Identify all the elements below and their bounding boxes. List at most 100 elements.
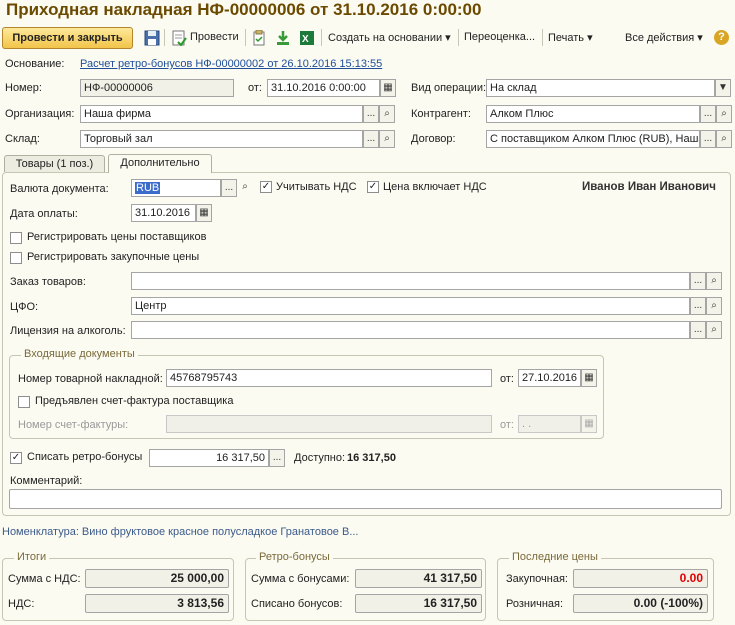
search-icon[interactable]: ⌕ (379, 105, 395, 123)
select-button[interactable]: ... (363, 105, 379, 123)
cfo-field[interactable]: Центр (131, 297, 690, 315)
available-label: Доступно: (294, 452, 346, 464)
currency-label: Валюта документа: (10, 183, 109, 195)
search-icon[interactable]: ⌕ (716, 105, 732, 123)
retro-bonuses-field[interactable]: 16 317,50 (149, 449, 269, 467)
svg-text:X: X (302, 34, 309, 45)
date-label: от: (248, 82, 262, 94)
sum-bonus-label: Сумма с бонусами: (251, 573, 350, 585)
vat-total-label: НДС: (8, 598, 35, 610)
invoice-presented-checkbox[interactable] (18, 396, 30, 408)
warehouse-field[interactable]: Торговый зал (80, 130, 363, 148)
operation-field[interactable]: На склад (486, 79, 715, 97)
print-menu[interactable]: Печать ▾ (548, 31, 593, 44)
select-button[interactable]: ... (363, 130, 379, 148)
retro-bonuses-checkbox[interactable]: ✓ (10, 452, 22, 464)
post-icon[interactable] (171, 30, 187, 47)
contract-field[interactable]: С поставщиком Алком Плюс (RUB), Наша фир… (486, 130, 700, 148)
order-field[interactable] (131, 272, 690, 290)
waybill-label: Номер товарной накладной: (18, 373, 163, 385)
invoice-date-label: от: (500, 419, 514, 431)
select-button[interactable]: ... (690, 272, 706, 290)
license-field[interactable] (131, 321, 690, 339)
vat-checkbox[interactable]: ✓ (260, 181, 272, 193)
post-button[interactable]: Провести (190, 31, 239, 43)
search-icon[interactable]: ⌕ (716, 130, 732, 148)
invoice-presented-label: Предъявлен счет-фактура поставщика (35, 395, 234, 407)
all-actions-menu[interactable]: Все действия ▾ (625, 31, 703, 44)
vat-label: Учитывать НДС (276, 181, 357, 193)
calendar-icon: ▦ (581, 415, 597, 433)
post-and-close-button[interactable]: Провести и закрыть (2, 27, 133, 49)
select-button[interactable]: ... (269, 449, 285, 467)
create-based-menu[interactable]: Создать на основании ▾ (328, 31, 451, 44)
number-field[interactable]: НФ-00000006 (80, 79, 234, 97)
comment-field[interactable] (9, 489, 722, 509)
document-title: Приходная накладная НФ-00000006 от 31.10… (6, 0, 482, 19)
comment-label: Комментарий: (10, 475, 83, 487)
dropdown-icon[interactable]: ▼ (715, 79, 731, 97)
contract-label: Договор: (411, 133, 456, 145)
written-bonus-value: 16 317,50 (355, 594, 482, 613)
incoming-documents-title: Входящие документы (21, 348, 138, 360)
tab-goods[interactable]: Товары (1 поз.) (4, 155, 105, 172)
invoice-number-field (166, 415, 492, 433)
tab-additional[interactable]: Дополнительно (108, 154, 212, 173)
select-button[interactable]: ... (690, 321, 706, 339)
download-icon[interactable] (275, 30, 291, 46)
pay-date-label: Дата оплаты: (10, 208, 78, 220)
search-icon[interactable]: ⌕ (379, 130, 395, 148)
select-button[interactable]: ... (690, 297, 706, 315)
select-button[interactable]: ... (221, 179, 237, 197)
sum-bonus-value: 41 317,50 (355, 569, 482, 588)
search-icon[interactable]: ⌕ (706, 272, 722, 290)
toolbar: Провести и закрыть Провести X Создать на… (2, 26, 733, 50)
select-button[interactable]: ... (700, 105, 716, 123)
organization-field[interactable]: Наша фирма (80, 105, 363, 123)
basis-label: Основание: (5, 58, 65, 70)
report-icon[interactable] (251, 29, 267, 46)
date-field[interactable]: 31.10.2016 0:00:00 (267, 79, 380, 97)
cfo-label: ЦФО: (10, 301, 39, 313)
currency-field[interactable]: RUB (131, 179, 221, 197)
price-incl-vat-label: Цена включает НДС (383, 181, 487, 193)
calendar-icon[interactable]: ▦ (380, 79, 396, 97)
additional-panel (2, 172, 731, 516)
reg-supplier-prices-checkbox[interactable] (10, 232, 22, 244)
pay-date-field[interactable]: 31.10.2016 (131, 204, 196, 222)
retro-title: Ретро-бонусы (256, 551, 333, 563)
sum-vat-label: Сумма с НДС: (8, 573, 81, 585)
excel-icon[interactable]: X (299, 30, 315, 46)
save-icon[interactable] (144, 30, 160, 46)
calendar-icon[interactable]: ▦ (581, 369, 597, 387)
purchase-price-value: 0.00 (573, 569, 708, 588)
waybill-field[interactable]: 45768795743 (166, 369, 492, 387)
search-icon[interactable]: ⌕ (706, 297, 722, 315)
price-incl-vat-checkbox[interactable]: ✓ (367, 181, 379, 193)
contractor-label: Контрагент: (411, 108, 471, 120)
organization-label: Организация: (5, 108, 75, 120)
last-prices-title: Последние цены (509, 551, 601, 563)
invoice-number-label: Номер счет-фактуры: (18, 419, 129, 431)
reg-purchase-prices-checkbox[interactable] (10, 252, 22, 264)
search-icon[interactable]: ⌕ (237, 179, 253, 197)
warehouse-label: Склад: (5, 133, 40, 145)
search-icon[interactable]: ⌕ (706, 321, 722, 339)
waybill-date-label: от: (500, 373, 514, 385)
responsible-name: Иванов Иван Иванович (582, 181, 716, 193)
reprice-button[interactable]: Переоценка... (464, 31, 535, 43)
waybill-date-field[interactable]: 27.10.2016 (518, 369, 581, 387)
license-label: Лицензия на алкоголь: (10, 325, 126, 337)
vat-total-value: 3 813,56 (85, 594, 229, 613)
written-bonus-label: Списано бонусов: (251, 598, 343, 610)
basis-link[interactable]: Расчет ретро-бонусов НФ-00000002 от 26.1… (80, 58, 382, 70)
calendar-icon[interactable]: ▦ (196, 204, 212, 222)
retail-price-value: 0.00 (-100%) (573, 594, 708, 613)
number-label: Номер: (5, 82, 42, 94)
nomenclature-info: Номенклатура: Вино фруктовое красное пол… (2, 526, 359, 538)
contractor-field[interactable]: Алком Плюс (486, 105, 700, 123)
operation-label: Вид операции: (411, 82, 487, 94)
sum-vat-value: 25 000,00 (85, 569, 229, 588)
select-button[interactable]: ... (700, 130, 716, 148)
help-icon[interactable]: ? (714, 30, 729, 45)
